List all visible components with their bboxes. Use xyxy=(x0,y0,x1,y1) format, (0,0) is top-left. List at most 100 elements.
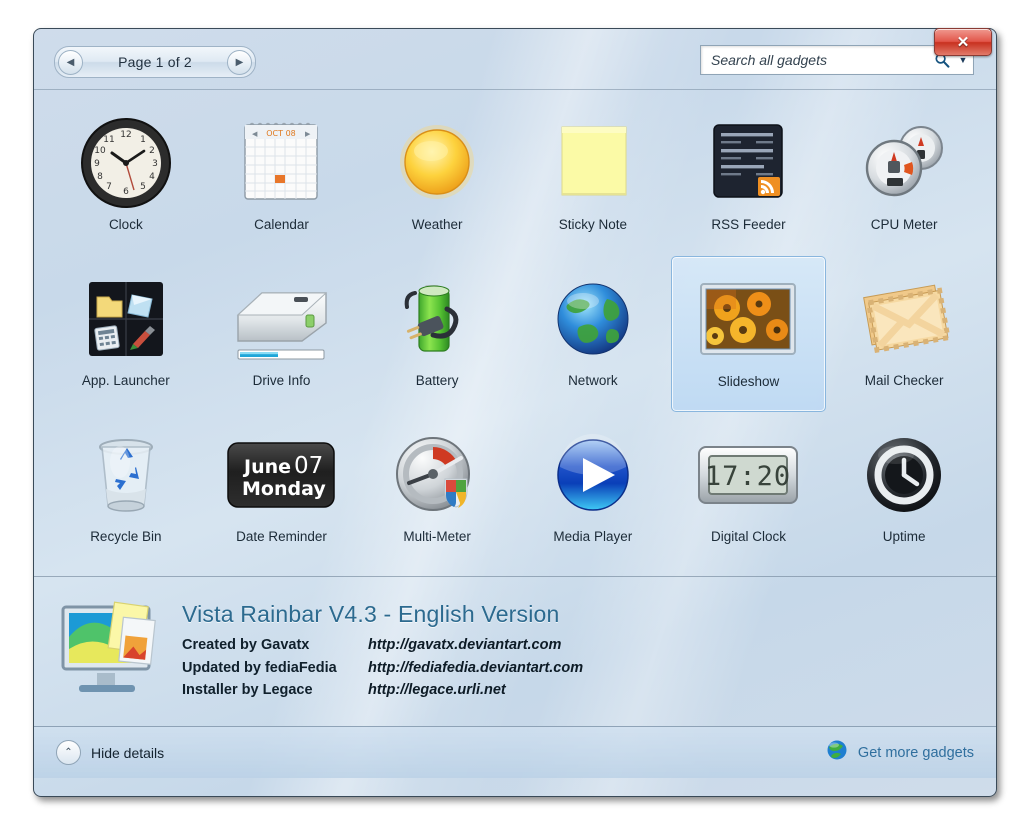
details-credit-label: Installer by Legace xyxy=(182,682,313,699)
gadget-item-weather[interactable]: Weather xyxy=(359,100,515,256)
svg-text:◀: ◀ xyxy=(252,131,258,138)
cpu-gauges-icon xyxy=(854,110,954,215)
gauge-shield-icon xyxy=(387,422,487,527)
svg-text:4: 4 xyxy=(149,172,155,182)
svg-text:7: 7 xyxy=(106,182,112,192)
photo-slideshow-icon xyxy=(693,267,803,372)
search-input[interactable] xyxy=(709,47,931,73)
gadget-label: Recycle Bin xyxy=(90,529,162,544)
gadget-label: Network xyxy=(568,373,618,388)
svg-text:Monday: Monday xyxy=(242,478,326,500)
gadget-gallery-window: ◀ Page 1 of 2 ▶ ▼ xyxy=(33,28,997,797)
gadget-item-multi-meter[interactable]: Multi-Meter xyxy=(359,412,515,568)
app-launcher-icon xyxy=(80,266,172,371)
previous-page-button[interactable]: ◀ xyxy=(58,50,83,75)
gadget-item-clock[interactable]: 12 1 2 3 45 6 78 9 10 11 Clock xyxy=(48,100,204,256)
page-indicator-label: Page 1 of 2 xyxy=(118,54,192,70)
gadget-label: Mail Checker xyxy=(864,373,944,388)
gadget-item-drive-info[interactable]: Drive Info xyxy=(204,256,360,412)
svg-text:5: 5 xyxy=(140,182,146,192)
gadget-label: Sticky Note xyxy=(558,217,627,232)
gadget-grid: 12 1 2 3 45 6 78 9 10 11 Clock OCT 08 ◀ ▶ … xyxy=(34,90,996,574)
details-credit-url[interactable]: http://gavatx.deviantart.com xyxy=(368,634,561,656)
sun-icon xyxy=(389,110,485,215)
svg-text:10: 10 xyxy=(94,146,106,156)
details-credit-url[interactable]: http://legace.urli.net xyxy=(368,679,506,701)
svg-text:17:20: 17:20 xyxy=(705,461,791,492)
svg-text:▶: ▶ xyxy=(305,131,311,138)
details-text: Vista Rainbar V4.3 - English Version Cre… xyxy=(182,601,583,701)
gadget-label: Digital Clock xyxy=(710,529,786,544)
gadget-label: Clock xyxy=(108,217,143,232)
svg-text:9: 9 xyxy=(94,159,100,169)
details-panel: Vista Rainbar V4.3 - English Version Cre… xyxy=(34,576,996,726)
gadget-item-media-player[interactable]: Media Player xyxy=(515,412,671,568)
details-credit-url[interactable]: http://fediafedia.deviantart.com xyxy=(368,657,583,679)
details-credit-label: Created by Gavatx xyxy=(182,637,310,654)
gadget-item-network[interactable]: Network xyxy=(515,256,671,412)
close-icon: ✕ xyxy=(956,34,970,51)
details-credit-label: Updated by fediaFedia xyxy=(182,659,337,676)
battery-plug-icon xyxy=(389,266,485,371)
gadget-label: CPU Meter xyxy=(870,217,938,232)
sticky-note-icon xyxy=(545,110,641,215)
hide-details-label: Hide details xyxy=(91,744,165,761)
envelope-icon xyxy=(852,266,956,371)
get-more-gadgets-label: Get more gadgets xyxy=(857,744,974,761)
svg-text:6: 6 xyxy=(123,187,129,197)
gadget-item-rss-feeder[interactable]: RSS Feeder xyxy=(671,100,827,256)
details-row: Installer by Legace http://legace.urli.n… xyxy=(182,679,583,701)
gadget-item-app-launcher[interactable]: App. Launcher xyxy=(48,256,204,412)
gadget-item-cpu-meter[interactable]: CPU Meter xyxy=(826,100,982,256)
analog-clock-icon: 12 1 2 3 45 6 78 9 10 11 xyxy=(78,110,174,215)
toolbar: ◀ Page 1 of 2 ▶ ▼ xyxy=(34,29,996,89)
gadget-item-uptime[interactable]: Uptime xyxy=(826,412,982,568)
svg-text:3: 3 xyxy=(152,159,158,169)
gadget-label: Slideshow xyxy=(717,374,780,389)
gadget-item-date-reminder[interactable]: June 07 Monday Date Reminder xyxy=(204,412,360,568)
gadget-item-sticky-note[interactable]: Sticky Note xyxy=(515,100,671,256)
hide-details-button[interactable]: ⌃ Hide details xyxy=(56,740,164,765)
svg-text:June: June xyxy=(242,456,291,478)
gadget-label: Uptime xyxy=(882,529,926,544)
gadget-label: Multi-Meter xyxy=(403,529,471,544)
gadget-label: Calendar xyxy=(254,217,309,232)
gadget-item-digital-clock[interactable]: 17:20 Digital Clock xyxy=(671,412,827,568)
globe-icon xyxy=(545,266,641,371)
gadget-label: RSS Feeder xyxy=(711,217,786,232)
search-dropdown-icon[interactable]: ▼ xyxy=(953,55,973,65)
search-box[interactable]: ▼ xyxy=(700,45,974,75)
chevron-left-icon: ◀ xyxy=(66,56,75,68)
calendar-icon: OCT 08 ◀ ▶ xyxy=(235,110,327,215)
svg-text:12: 12 xyxy=(120,130,131,140)
details-row: Created by Gavatx http://gavatx.devianta… xyxy=(182,634,583,656)
gadget-label: Battery xyxy=(415,373,459,388)
monitor-preview-icon xyxy=(54,597,172,707)
gadget-item-mail-checker[interactable]: Mail Checker xyxy=(826,256,982,412)
lcd-clock-icon: 17:20 xyxy=(693,422,803,527)
rss-feed-icon xyxy=(700,110,796,215)
gadget-label: Date Reminder xyxy=(236,529,327,544)
chevron-right-icon: ▶ xyxy=(235,56,244,68)
svg-text:8: 8 xyxy=(97,172,103,182)
details-row: Updated by fediaFedia http://fediafedia.… xyxy=(182,657,583,679)
close-button[interactable]: ✕ xyxy=(934,28,992,56)
globe-icon xyxy=(826,739,848,766)
get-more-gadgets-link[interactable]: Get more gadgets xyxy=(826,739,974,766)
gadget-item-battery[interactable]: Battery xyxy=(359,256,515,412)
details-title: Vista Rainbar V4.3 - English Version xyxy=(182,601,560,628)
gadget-item-calendar[interactable]: OCT 08 ◀ ▶ Calendar xyxy=(204,100,360,256)
play-button-icon xyxy=(545,422,641,527)
gadget-item-slideshow[interactable]: Slideshow xyxy=(670,256,827,412)
svg-text:2: 2 xyxy=(149,146,155,156)
gadget-item-recycle-bin[interactable]: Recycle Bin xyxy=(48,412,204,568)
hard-drive-icon xyxy=(222,266,340,371)
recycle-bin-icon xyxy=(80,422,172,527)
svg-text:1: 1 xyxy=(140,135,146,145)
gadget-label: App. Launcher xyxy=(81,373,170,388)
svg-text:11: 11 xyxy=(103,135,114,145)
chevron-up-icon: ⌃ xyxy=(56,740,81,765)
gadget-label: Drive Info xyxy=(252,373,311,388)
next-page-button[interactable]: ▶ xyxy=(227,50,252,75)
footer-bar: ⌃ Hide details Get more gadgets xyxy=(34,726,996,778)
